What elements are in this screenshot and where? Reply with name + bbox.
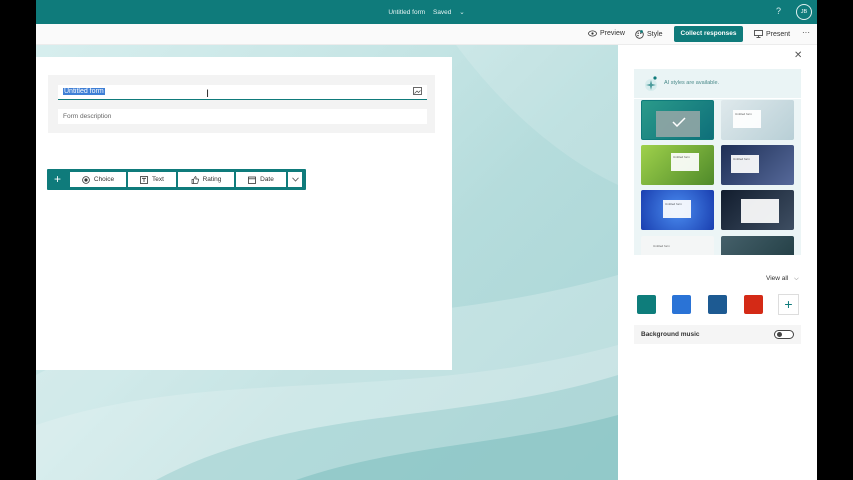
theme-blue-burst[interactable]: Untitled form: [641, 190, 714, 230]
rating-label: Rating: [202, 176, 222, 183]
form-description-input[interactable]: Form description: [58, 109, 427, 124]
top-bar: Untitled form Saved ⌄ ? JB: [36, 0, 817, 24]
style-button[interactable]: Style: [635, 30, 663, 39]
theme-preview: Untitled form: [731, 155, 759, 173]
selected-title-text: Untitled form: [63, 88, 105, 95]
theme-dark-teal[interactable]: [721, 236, 794, 255]
ai-styles-banner[interactable]: AI styles are available.: [634, 69, 801, 98]
chevron-down-icon: [291, 177, 299, 182]
calendar-icon: [248, 176, 257, 184]
theme-preview: Untitled form: [733, 110, 761, 128]
radio-icon: [82, 175, 90, 184]
palette-icon: [635, 30, 644, 39]
theme-preview: Untitled form: [653, 244, 671, 248]
theme-gallery: Untitled form Untitled form Untitled for…: [634, 99, 801, 255]
help-icon[interactable]: ?: [776, 6, 781, 16]
background-music-toggle[interactable]: [774, 330, 794, 339]
insert-image-icon[interactable]: [413, 87, 423, 96]
view-all-label: View all: [766, 275, 789, 282]
save-status: Saved: [432, 9, 452, 16]
header-form-title[interactable]: Untitled form: [388, 9, 425, 16]
toggle-knob: [777, 332, 782, 337]
ai-styles-text: AI styles are available.: [664, 80, 720, 86]
text-box-icon: [140, 175, 148, 184]
theme-teal-selected[interactable]: [641, 100, 714, 140]
close-icon[interactable]: ✕: [794, 50, 802, 61]
sparkle-icon: [645, 76, 657, 91]
choice-button[interactable]: Choice: [70, 172, 126, 187]
background-music-label: Background music: [641, 331, 700, 338]
forms-app: Untitled form Saved ⌄ ? JB Preview Style: [36, 0, 817, 480]
form-title-input[interactable]: Untitled form I: [58, 85, 427, 100]
thumbs-up-icon: [191, 175, 199, 184]
add-custom-color-button[interactable]: +: [778, 294, 799, 315]
style-label: Style: [647, 31, 663, 38]
style-panel: ✕ AI styles are available. Untitled form…: [618, 45, 817, 480]
theme-dark-space[interactable]: [721, 190, 794, 230]
theme-green-leaf[interactable]: Untitled form: [641, 145, 714, 185]
more-options-icon[interactable]: ···: [802, 28, 810, 37]
preview-button[interactable]: Preview: [588, 30, 625, 37]
more-question-types-button[interactable]: [288, 172, 302, 187]
form-card: Untitled form I Form description + Choic…: [36, 57, 452, 370]
chevron-down-icon: ⌵: [794, 276, 799, 282]
color-swatch-navy[interactable]: [708, 295, 727, 314]
theme-navy-floral[interactable]: Untitled form: [721, 145, 794, 185]
theme-preview: Untitled form: [663, 200, 691, 218]
rating-button[interactable]: Rating: [178, 172, 234, 187]
add-question-bar: + Choice Text Rating Date: [47, 169, 306, 190]
theme-preview: Untitled form: [671, 153, 699, 171]
text-label: Text: [152, 176, 164, 183]
check-icon: [672, 117, 686, 127]
preview-label: Preview: [600, 30, 625, 37]
view-all-button[interactable]: View all ⌵: [766, 275, 799, 283]
present-button[interactable]: Present: [754, 30, 790, 38]
color-swatch-red[interactable]: [744, 295, 763, 314]
present-label: Present: [766, 30, 791, 38]
choice-label: Choice: [93, 176, 115, 183]
collect-responses-button[interactable]: Collect responses: [674, 26, 743, 42]
monitor-icon: [754, 30, 763, 38]
form-title-status: Untitled form Saved ⌄: [36, 8, 817, 16]
date-button[interactable]: Date: [236, 172, 286, 187]
text-cursor-icon: I: [206, 88, 210, 100]
form-header: Untitled form I Form description: [48, 75, 435, 133]
theme-light-grey[interactable]: Untitled form: [721, 100, 794, 140]
text-button[interactable]: Text: [128, 172, 176, 187]
eye-icon: [588, 30, 597, 37]
avatar[interactable]: JB: [796, 4, 812, 20]
background-music-row: Background music: [634, 325, 801, 344]
status-chevron-icon[interactable]: ⌄: [459, 9, 464, 16]
add-question-button[interactable]: +: [47, 169, 68, 190]
color-swatch-blue[interactable]: [672, 295, 691, 314]
theme-white[interactable]: Untitled form: [641, 236, 714, 255]
color-swatch-teal[interactable]: [637, 295, 656, 314]
date-label: Date: [260, 176, 274, 183]
form-canvas: Untitled form I Form description + Choic…: [36, 45, 618, 480]
theme-preview: [741, 199, 779, 223]
